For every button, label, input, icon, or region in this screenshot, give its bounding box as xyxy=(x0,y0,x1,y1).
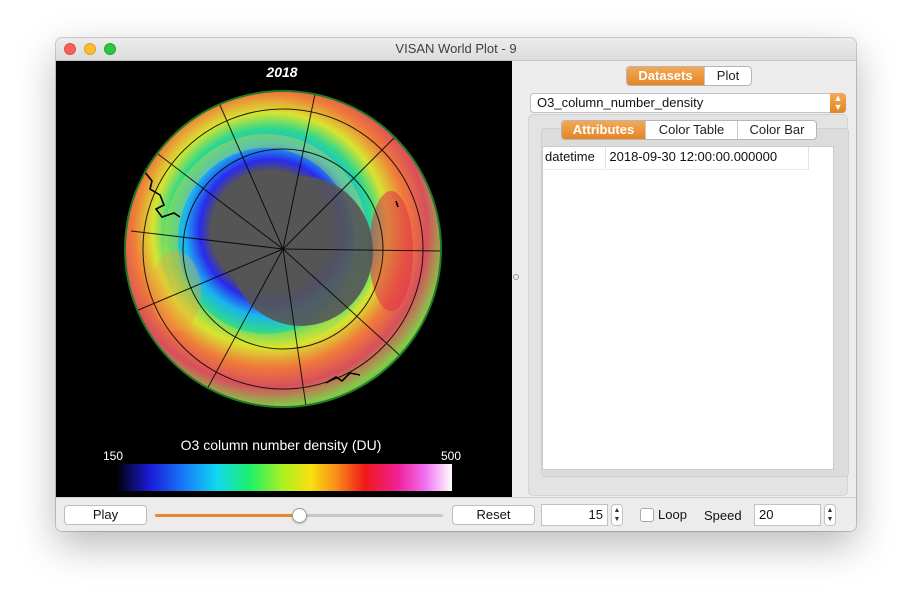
colorbar-min-label: 150 xyxy=(103,449,123,463)
splitter-handle[interactable] xyxy=(513,274,519,280)
speed-label: Speed xyxy=(704,508,742,523)
main-tabs: Datasets Plot xyxy=(626,66,752,86)
world-plot-svg[interactable]: 2018 O3 column number density (DU) 150 5… xyxy=(56,61,512,497)
dataset-select[interactable]: O3_column_number_density ▲ ▼ xyxy=(530,93,846,113)
play-button[interactable]: Play xyxy=(64,505,147,525)
tab-plot[interactable]: Plot xyxy=(704,67,751,85)
window-title: VISAN World Plot - 9 xyxy=(395,41,517,56)
attributes-table[interactable]: datetime 2018-09-30 12:00:00.000000 xyxy=(542,146,834,470)
attribute-key: datetime xyxy=(543,147,607,169)
attribute-value: 2018-09-30 12:00:00.000000 xyxy=(606,147,809,169)
sub-tabs: Attributes Color Table Color Bar xyxy=(561,120,817,140)
title-bar[interactable]: VISAN World Plot - 9 xyxy=(56,38,856,61)
tab-attributes[interactable]: Attributes xyxy=(562,121,645,139)
dataset-select-value: O3_column_number_density xyxy=(537,95,704,110)
frame-slider-fill xyxy=(155,514,299,517)
chevron-up-down-icon: ▲ ▼ xyxy=(830,93,846,113)
tab-color-bar[interactable]: Color Bar xyxy=(737,121,816,139)
colorbar-title: O3 column number density (DU) xyxy=(181,437,382,453)
loop-checkbox[interactable] xyxy=(640,508,654,522)
frame-stepper[interactable]: ▲ ▼ xyxy=(611,504,623,526)
frame-slider-thumb[interactable] xyxy=(292,508,307,523)
visan-window: VISAN World Plot - 9 2018 O3 column numb… xyxy=(56,38,856,531)
speed-field[interactable]: 20 xyxy=(754,504,821,526)
ozone-globe xyxy=(124,90,442,408)
world-plot-canvas[interactable]: 2018 O3 column number density (DU) 150 5… xyxy=(56,61,512,497)
colorbar-max-label: 500 xyxy=(441,449,461,463)
year-label: 2018 xyxy=(265,64,297,80)
tab-color-table[interactable]: Color Table xyxy=(645,121,737,139)
table-row[interactable]: datetime 2018-09-30 12:00:00.000000 xyxy=(543,147,809,170)
loop-label: Loop xyxy=(658,507,687,522)
reset-button[interactable]: Reset xyxy=(452,505,535,525)
frame-number-field[interactable]: 15 xyxy=(541,504,608,526)
playback-toolbar: Play Reset 15 ▲ ▼ Loop Speed 20 ▲ ▼ xyxy=(56,497,856,531)
tab-datasets[interactable]: Datasets xyxy=(627,67,704,85)
colorbar xyxy=(116,464,452,491)
speed-stepper[interactable]: ▲ ▼ xyxy=(824,504,836,526)
